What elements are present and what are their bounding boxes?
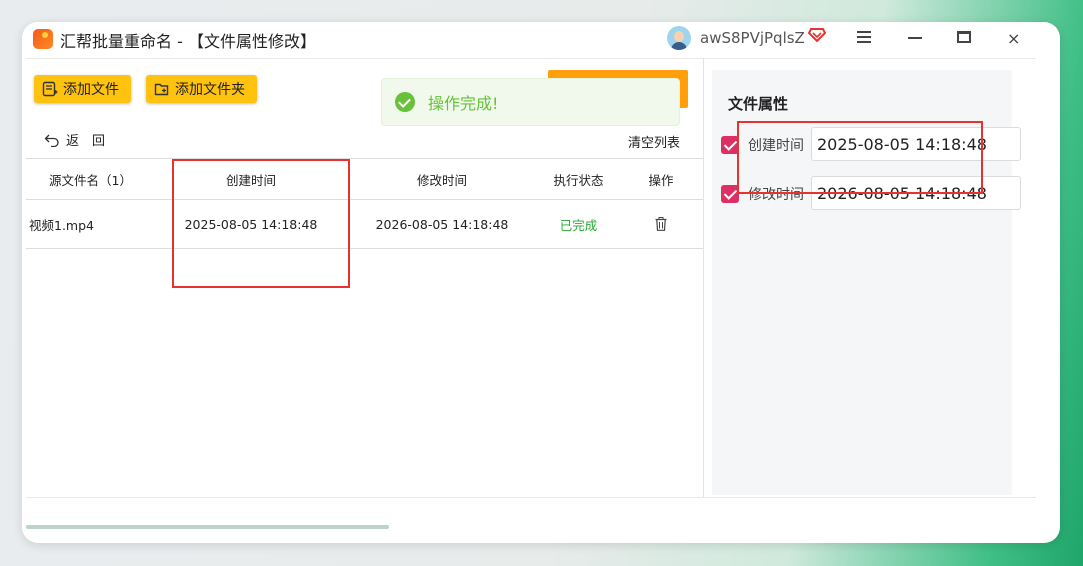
menu-icon[interactable]: [857, 31, 871, 43]
header-status: 执行状态: [553, 172, 604, 188]
cell-modified: 2026-08-05 14:18:48: [375, 216, 509, 232]
add-file-icon: [42, 81, 58, 97]
window-title: 汇帮批量重命名 - 【文件属性修改】: [60, 32, 316, 51]
back-button[interactable]: 返 回: [44, 130, 105, 149]
title-divider: [26, 58, 1036, 59]
header-source-name: 源文件名（1）: [49, 172, 132, 188]
created-time-input[interactable]: 2025-08-05 14:18:48: [811, 127, 1021, 161]
success-check-icon: [395, 92, 415, 112]
vip-diamond-icon[interactable]: [808, 27, 826, 43]
created-time-checkbox[interactable]: [721, 136, 739, 154]
username[interactable]: awS8PVjPqlsZ: [700, 29, 805, 47]
cell-created: 2025-08-05 14:18:48: [184, 216, 318, 232]
maximize-icon[interactable]: [957, 31, 971, 43]
modified-time-input[interactable]: 2026-08-05 14:18:48: [811, 176, 1021, 210]
created-time-option[interactable]: 创建时间: [721, 135, 804, 155]
panel-divider: [703, 58, 704, 498]
add-file-button[interactable]: 添加文件: [34, 75, 131, 103]
cell-file-name: 视频1.mp4: [29, 217, 94, 233]
back-label: 返 回: [66, 134, 106, 149]
panel-title: 文件属性: [728, 95, 789, 113]
file-table: 源文件名（1） 创建时间 修改时间 执行状态 操作 视频1.mp4 2025-0…: [26, 158, 703, 249]
delete-button[interactable]: [646, 200, 676, 248]
trash-icon: [655, 217, 667, 231]
header-action: 操作: [648, 172, 674, 188]
success-toast: 操作完成!: [381, 78, 680, 126]
clear-list-button[interactable]: 清空列表: [628, 132, 680, 151]
table-row[interactable]: 视频1.mp4 2025-08-05 14:18:48 2026-08-05 1…: [26, 200, 703, 249]
add-folder-button[interactable]: 添加文件夹: [146, 75, 257, 103]
bottom-divider: [26, 497, 1036, 498]
toast-message: 操作完成!: [428, 94, 499, 113]
add-folder-icon: [154, 83, 169, 96]
horizontal-scrollbar[interactable]: [26, 525, 389, 529]
modified-time-label: 修改时间: [748, 187, 804, 203]
modified-time-checkbox[interactable]: [721, 185, 739, 203]
close-icon[interactable]: ×: [1007, 29, 1020, 48]
header-modified: 修改时间: [416, 172, 467, 188]
modified-time-option[interactable]: 修改时间: [721, 184, 804, 204]
header-created: 创建时间: [225, 172, 276, 188]
minimize-icon[interactable]: [908, 37, 922, 39]
cell-status: 已完成: [559, 217, 598, 233]
table-header: 源文件名（1） 创建时间 修改时间 执行状态 操作: [26, 158, 703, 200]
add-folder-label: 添加文件夹: [175, 82, 245, 98]
back-arrow-icon: [44, 134, 59, 147]
avatar[interactable]: [667, 26, 691, 50]
created-time-label: 创建时间: [748, 138, 804, 154]
add-file-label: 添加文件: [63, 82, 119, 98]
app-logo-icon: [33, 29, 53, 49]
